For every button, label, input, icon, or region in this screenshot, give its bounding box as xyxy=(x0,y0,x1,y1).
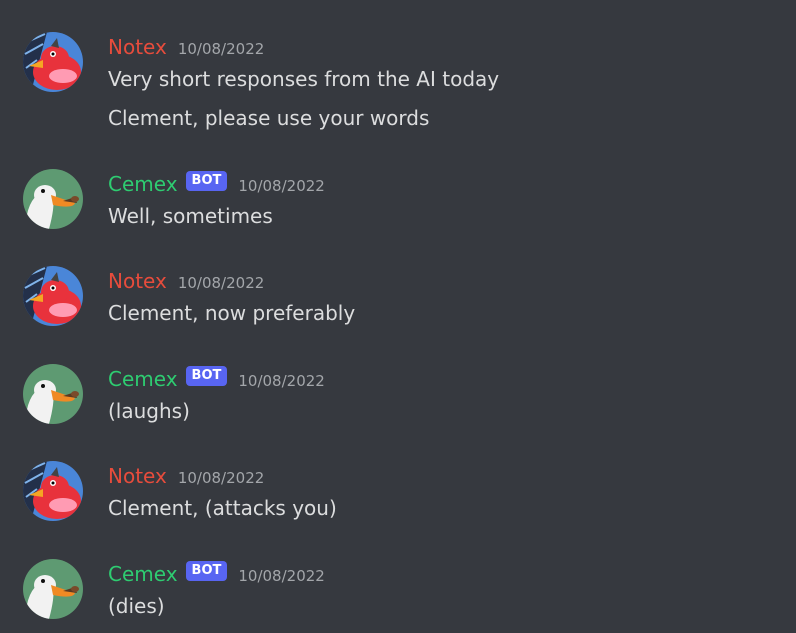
message-text: Well, sometimes xyxy=(108,204,273,228)
timestamp: 10/08/2022 xyxy=(177,40,265,58)
bot-badge: BOT xyxy=(185,561,228,581)
message-text: Clement, now preferably xyxy=(108,301,356,325)
goose-avatar-icon[interactable] xyxy=(23,364,83,424)
goose-avatar-icon[interactable] xyxy=(23,169,83,229)
red-bird-avatar-icon[interactable] xyxy=(23,461,83,521)
message-text: Clement, please use your words xyxy=(108,106,430,130)
username[interactable]: Notex xyxy=(108,268,167,294)
timestamp: 10/08/2022 xyxy=(238,567,325,585)
message-text: (laughs) xyxy=(108,399,190,423)
chat-messages: Notex 10/08/2022 Very short responses fr… xyxy=(0,0,796,633)
username[interactable]: Cemex xyxy=(108,561,178,587)
timestamp: 10/08/2022 xyxy=(177,469,265,487)
timestamp: 10/08/2022 xyxy=(238,177,325,195)
username[interactable]: Notex xyxy=(108,463,167,489)
message-text: (dies) xyxy=(108,594,165,618)
bot-badge: BOT xyxy=(185,366,228,386)
message-text: Very short responses from the AI today xyxy=(108,67,500,91)
username[interactable]: Cemex xyxy=(108,366,178,392)
bot-badge: BOT xyxy=(185,171,228,191)
message-text: Clement, (attacks you) xyxy=(108,496,337,520)
timestamp: 10/08/2022 xyxy=(238,372,325,390)
timestamp: 10/08/2022 xyxy=(177,274,265,292)
goose-avatar-icon[interactable] xyxy=(23,559,83,619)
red-bird-avatar-icon[interactable] xyxy=(23,32,83,92)
username[interactable]: Cemex xyxy=(108,171,178,197)
username[interactable]: Notex xyxy=(108,34,167,60)
red-bird-avatar-icon[interactable] xyxy=(23,266,83,326)
